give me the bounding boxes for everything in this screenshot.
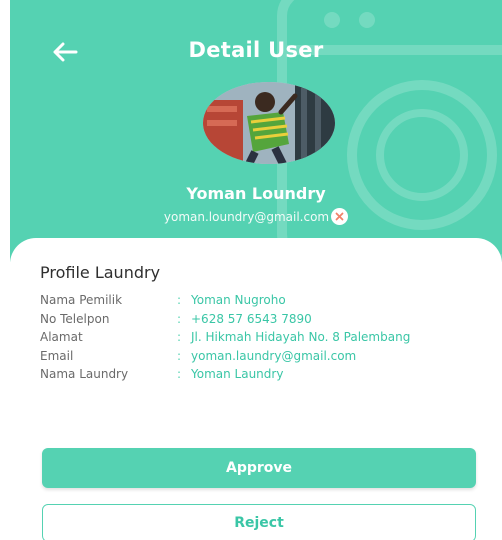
detail-separator: : bbox=[177, 367, 182, 382]
detail-separator: : bbox=[177, 348, 182, 363]
email-clear-button[interactable] bbox=[331, 208, 349, 225]
detail-label: Nama Pemilik bbox=[40, 293, 123, 308]
profile-photo bbox=[203, 82, 335, 164]
detail-label: Email bbox=[40, 348, 74, 363]
detail-user-screen: Detail User Yoman Loundry yoman.loundry@… bbox=[0, 0, 502, 540]
section-title: Profile Laundry bbox=[40, 263, 161, 282]
detail-value: yoman.laundry@gmail.com bbox=[191, 348, 357, 363]
detail-row-owner: Nama Pemilik : Yoman Nugroho bbox=[40, 291, 490, 310]
user-email-row: yoman.loundry@gmail.com bbox=[10, 208, 502, 225]
user-name: Yoman Loundry bbox=[186, 184, 326, 203]
detail-row-email: Email : yoman.laundry@gmail.com bbox=[40, 347, 490, 366]
detail-value: Jl. Hikmah Hidayah No. 8 Palembang bbox=[191, 330, 411, 345]
detail-row-laundry-name: Nama Laundry : Yoman Laundry bbox=[40, 365, 490, 384]
detail-separator: : bbox=[177, 330, 182, 345]
approve-button[interactable]: Approve bbox=[42, 448, 476, 488]
detail-value: Yoman Laundry bbox=[191, 367, 284, 382]
detail-value: Yoman Nugroho bbox=[191, 293, 286, 308]
page-title: Detail User bbox=[188, 38, 324, 62]
profile-card: Profile Laundry Nama Pemilik : Yoman Nug… bbox=[10, 238, 502, 540]
profile-details-list: Nama Pemilik : Yoman Nugroho No Telelpon… bbox=[40, 291, 490, 384]
detail-label: Alamat bbox=[40, 330, 83, 345]
detail-row-address: Alamat : Jl. Hikmah Hidayah No. 8 Palemb… bbox=[40, 328, 490, 347]
reject-button[interactable]: Reject bbox=[42, 504, 476, 540]
detail-row-phone: No Telelpon : +628 57 6543 7890 bbox=[40, 310, 490, 329]
avatar[interactable] bbox=[203, 82, 335, 164]
detail-separator: : bbox=[177, 293, 182, 308]
close-icon bbox=[335, 212, 344, 221]
detail-label: Nama Laundry bbox=[40, 367, 129, 382]
detail-value: +628 57 6543 7890 bbox=[191, 311, 312, 326]
user-email: yoman.loundry@gmail.com bbox=[163, 209, 330, 224]
detail-label: No Telelpon bbox=[40, 311, 110, 326]
detail-separator: : bbox=[177, 311, 182, 326]
header: Detail User Yoman Loundry yoman.loundry@… bbox=[10, 0, 502, 262]
